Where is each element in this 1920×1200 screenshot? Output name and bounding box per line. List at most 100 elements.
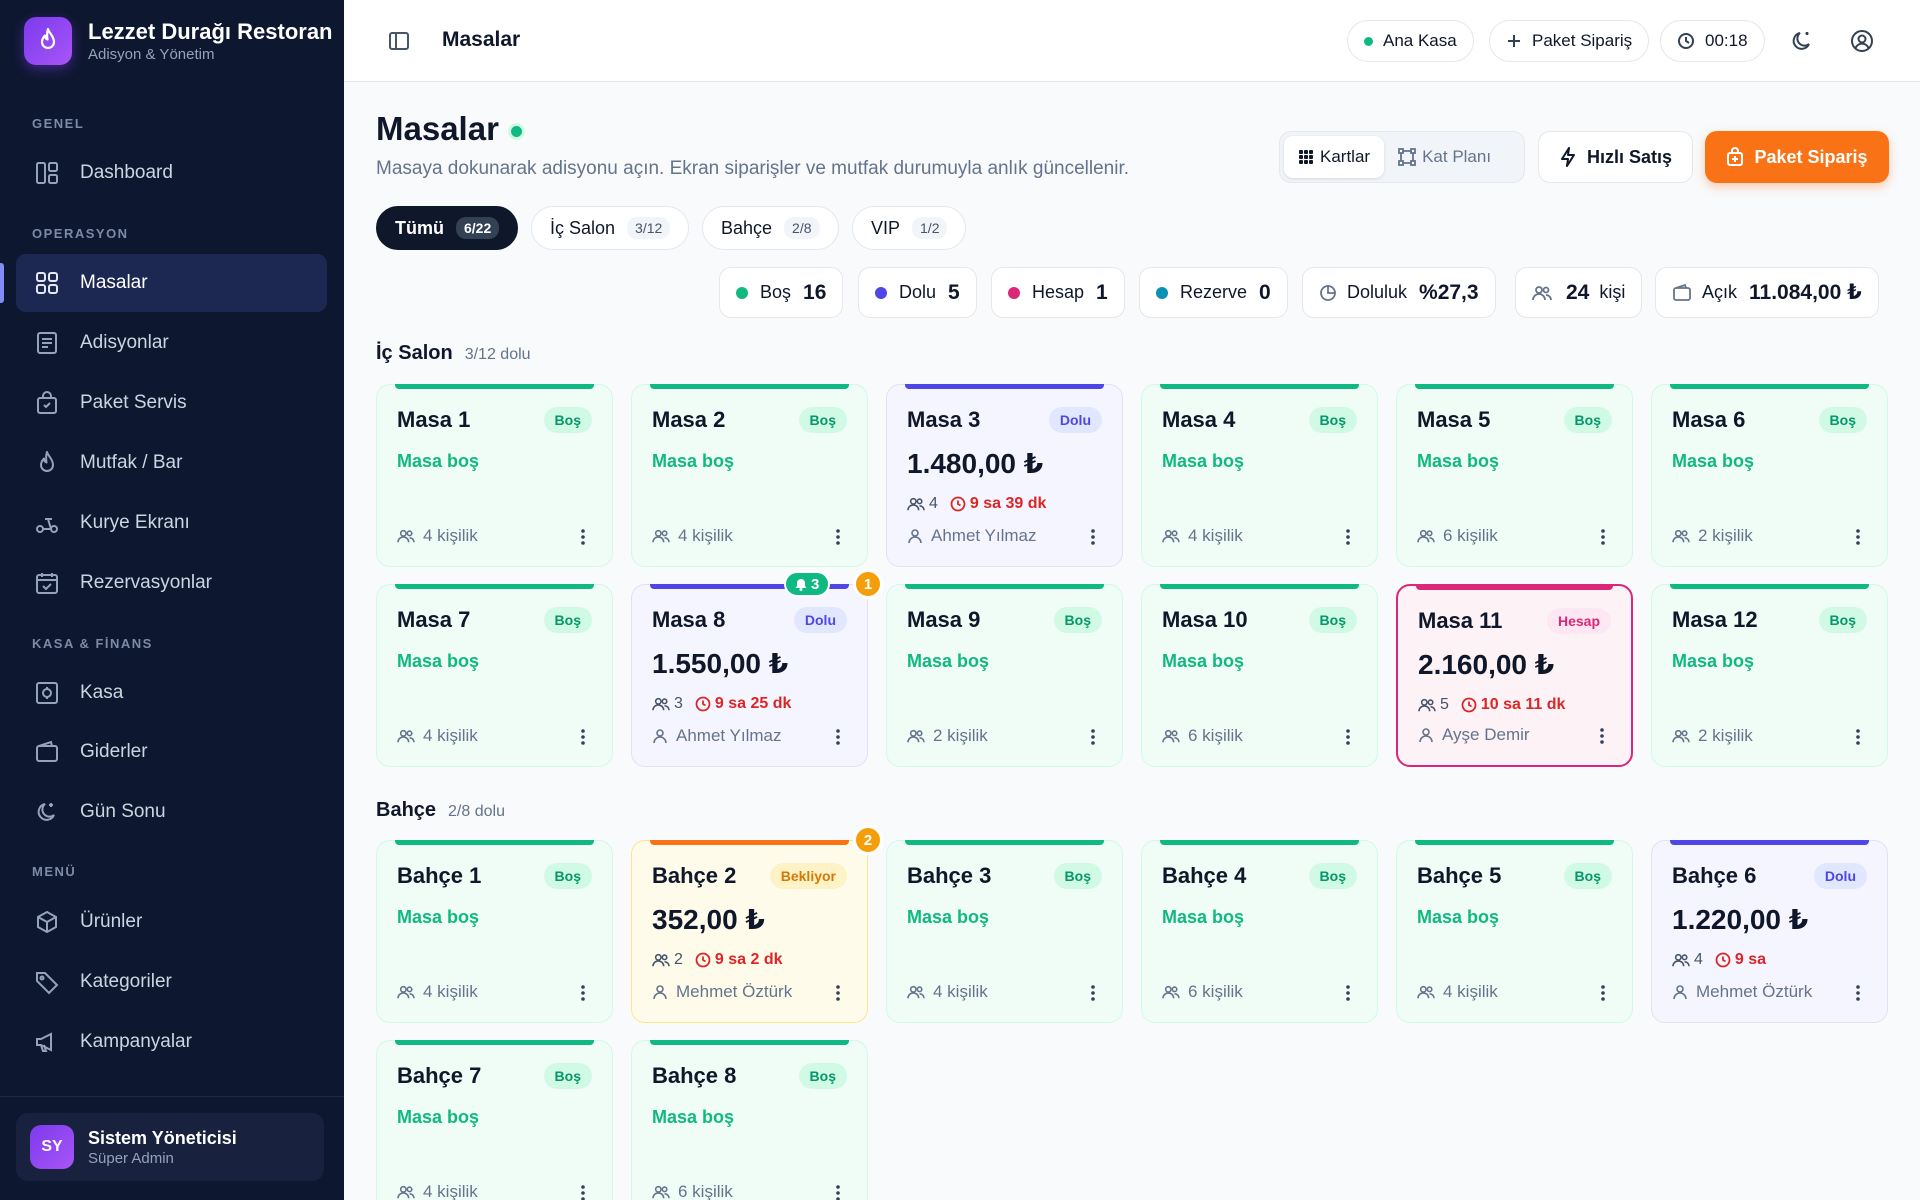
more-vertical-icon[interactable]: [1345, 528, 1351, 546]
more-vertical-icon[interactable]: [1600, 528, 1606, 546]
tab-vip[interactable]: VIP 1/2: [852, 206, 967, 250]
view-cards-button[interactable]: Kartlar: [1284, 136, 1385, 178]
table-card[interactable]: Masa 9 Boş Masa boş 2 kişilik: [886, 584, 1123, 767]
elapsed-time: 9 sa 25 dk: [695, 695, 791, 713]
capacity: 2 kişilik: [1672, 526, 1753, 546]
table-amount: 1.550,00 ₺: [652, 648, 789, 679]
view-cards-label: Kartlar: [1320, 147, 1371, 166]
table-card[interactable]: Bahçe 3 Boş Masa boş 4 kişilik: [886, 840, 1123, 1023]
table-name: Masa 10: [1162, 607, 1248, 632]
table-name: Bahçe 4: [1162, 863, 1247, 888]
table-name: Bahçe 2: [652, 863, 737, 888]
more-vertical-icon[interactable]: [1855, 728, 1861, 746]
tab-bahce[interactable]: Bahçe 2/8: [702, 206, 839, 250]
table-card[interactable]: Bahçe 6 Dolu 1.220,00 ₺ 4 9 sa Mehmet Öztürk: [1651, 840, 1888, 1023]
capacity-label: 4 kişilik: [423, 1182, 478, 1200]
table-card[interactable]: Bahçe 5 Boş Masa boş 4 kişilik: [1396, 840, 1633, 1023]
table-name: Masa 1: [397, 407, 471, 432]
sidebar-item-kurye[interactable]: Kurye Ekranı: [16, 494, 327, 552]
table-card[interactable]: Bahçe 1 Boş Masa boş 4 kişilik: [376, 840, 613, 1023]
table-card[interactable]: Masa 3 Dolu 1.480,00 ₺ 4 9 sa 39 dk Ahmet Yıl…: [886, 384, 1123, 567]
table-card[interactable]: Bahçe 2 Bekliyor 352,00 ₺ 2 9 sa 2 dk Mehmet …: [631, 840, 868, 1023]
users-icon: [1672, 529, 1690, 543]
table-card[interactable]: Masa 1 Boş Masa boş 4 kişilik: [376, 384, 613, 567]
tab-tumu[interactable]: Tümü 6/22: [376, 206, 519, 250]
table-name: Masa 7: [397, 607, 471, 632]
more-vertical-icon[interactable]: [1090, 528, 1096, 546]
more-vertical-icon[interactable]: [1855, 984, 1861, 1002]
table-name: Masa 3: [907, 407, 981, 432]
more-vertical-icon[interactable]: [1090, 984, 1096, 1002]
more-vertical-icon[interactable]: [580, 984, 586, 1002]
quick-sale-button[interactable]: Hızlı Satış: [1538, 131, 1693, 183]
more-vertical-icon[interactable]: [835, 1184, 841, 1200]
sidebar-item-kasa[interactable]: Kasa: [16, 664, 327, 722]
tab-count: 1/2: [912, 217, 948, 239]
timer-pill[interactable]: 00:18: [1660, 20, 1765, 62]
sidebar-item-paket-servis[interactable]: Paket Servis: [16, 374, 327, 432]
table-card[interactable]: Masa 5 Boş Masa boş 6 kişilik: [1396, 384, 1633, 567]
table-card[interactable]: Masa 4 Boş Masa boş 4 kişilik: [1141, 384, 1378, 567]
table-card[interactable]: Masa 12 Boş Masa boş 2 kişilik: [1651, 584, 1888, 767]
notification-badge[interactable]: 2: [853, 825, 883, 855]
more-vertical-icon[interactable]: [1855, 528, 1861, 546]
status-line: [905, 840, 1104, 845]
more-vertical-icon[interactable]: [1600, 984, 1606, 1002]
more-vertical-icon[interactable]: [580, 1184, 586, 1200]
table-card[interactable]: Masa 6 Boş Masa boş 2 kişilik: [1651, 384, 1888, 567]
table-meta: 4 9 sa 39 dk: [907, 495, 1046, 513]
table-card[interactable]: Masa 11 Hesap 2.160,00 ₺ 5 10 sa 11 dk Ayşe D…: [1396, 584, 1633, 767]
more-vertical-icon[interactable]: [1345, 984, 1351, 1002]
table-card[interactable]: Bahçe 7 Boş Masa boş 4 kişilik: [376, 1040, 613, 1200]
package-order-button[interactable]: Paket Sipariş: [1705, 131, 1889, 183]
elapsed-time: 9 sa: [1715, 951, 1766, 969]
sidebar: Lezzet Durağı Restoran Adisyon & Yönetim…: [0, 0, 344, 1200]
register-pill[interactable]: Ana Kasa: [1347, 20, 1474, 62]
sidebar-item-masalar[interactable]: Masalar: [16, 254, 327, 312]
table-card[interactable]: Masa 10 Boş Masa boş 6 kişilik: [1141, 584, 1378, 767]
table-name: Bahçe 3: [907, 863, 992, 888]
more-vertical-icon[interactable]: [835, 984, 841, 1002]
user-profile[interactable]: SY Sistem Yöneticisi Süper Admin: [16, 1113, 324, 1181]
notification-badge[interactable]: 1: [853, 569, 883, 599]
more-vertical-icon[interactable]: [1090, 728, 1096, 746]
kitchen-bell-badge[interactable]: 3: [784, 571, 831, 597]
sidebar-item-kategoriler[interactable]: Kategoriler: [16, 953, 327, 1011]
stat-value: 16: [803, 280, 827, 304]
sidebar-item-urunler[interactable]: Ürünler: [16, 893, 327, 951]
sidebar-item-adisyonlar[interactable]: Adisyonlar: [16, 314, 327, 372]
sidebar-item-mutfak[interactable]: Mutfak / Bar: [16, 434, 327, 492]
user-circle-icon[interactable]: [1849, 28, 1875, 54]
table-card[interactable]: Bahçe 8 Boş Masa boş 6 kişilik: [631, 1040, 868, 1200]
users-icon: [397, 985, 415, 999]
stat-value: %27,3: [1419, 280, 1479, 304]
topbar-package-button[interactable]: Paket Sipariş: [1489, 20, 1650, 62]
sidebar-item-rezervasyonlar[interactable]: Rezervasyonlar: [16, 554, 327, 612]
status-line: [905, 584, 1104, 589]
pie-chart-icon: [1320, 284, 1336, 301]
capacity: 4 kişilik: [652, 526, 733, 546]
tab-ic-salon[interactable]: İç Salon 3/12: [531, 206, 690, 250]
more-vertical-icon[interactable]: [580, 528, 586, 546]
more-vertical-icon[interactable]: [1345, 728, 1351, 746]
sidebar-item-dashboard[interactable]: Dashboard: [16, 144, 327, 202]
brand[interactable]: Lezzet Durağı Restoran Adisyon & Yönetim: [24, 17, 333, 65]
sidebar-toggle-icon[interactable]: [388, 30, 410, 52]
more-vertical-icon[interactable]: [835, 528, 841, 546]
table-card[interactable]: Masa 7 Boş Masa boş 4 kişilik: [376, 584, 613, 767]
table-card[interactable]: Bahçe 4 Boş Masa boş 6 kişilik: [1141, 840, 1378, 1023]
guest-count: 5: [1440, 696, 1449, 713]
table-card[interactable]: Masa 8 Dolu 1.550,00 ₺ 3 9 sa 25 dk Ahmet Yıl…: [631, 584, 868, 767]
more-vertical-icon[interactable]: [1599, 727, 1605, 745]
table-card[interactable]: Masa 2 Boş Masa boş 4 kişilik: [631, 384, 868, 567]
theme-moon-icon[interactable]: [1789, 28, 1815, 54]
sidebar-item-kampanyalar[interactable]: Kampanyalar: [16, 1013, 327, 1071]
sidebar-item-giderler[interactable]: Giderler: [16, 723, 327, 781]
table-meta: 3 9 sa 25 dk: [652, 695, 791, 713]
more-vertical-icon[interactable]: [835, 728, 841, 746]
view-floor-button[interactable]: Kat Planı: [1384, 136, 1505, 178]
table-name: Bahçe 7: [397, 1063, 482, 1088]
capacity-label: 6 kişilik: [678, 1182, 733, 1200]
more-vertical-icon[interactable]: [580, 728, 586, 746]
sidebar-item-gun-sonu[interactable]: Gün Sonu: [16, 783, 327, 841]
